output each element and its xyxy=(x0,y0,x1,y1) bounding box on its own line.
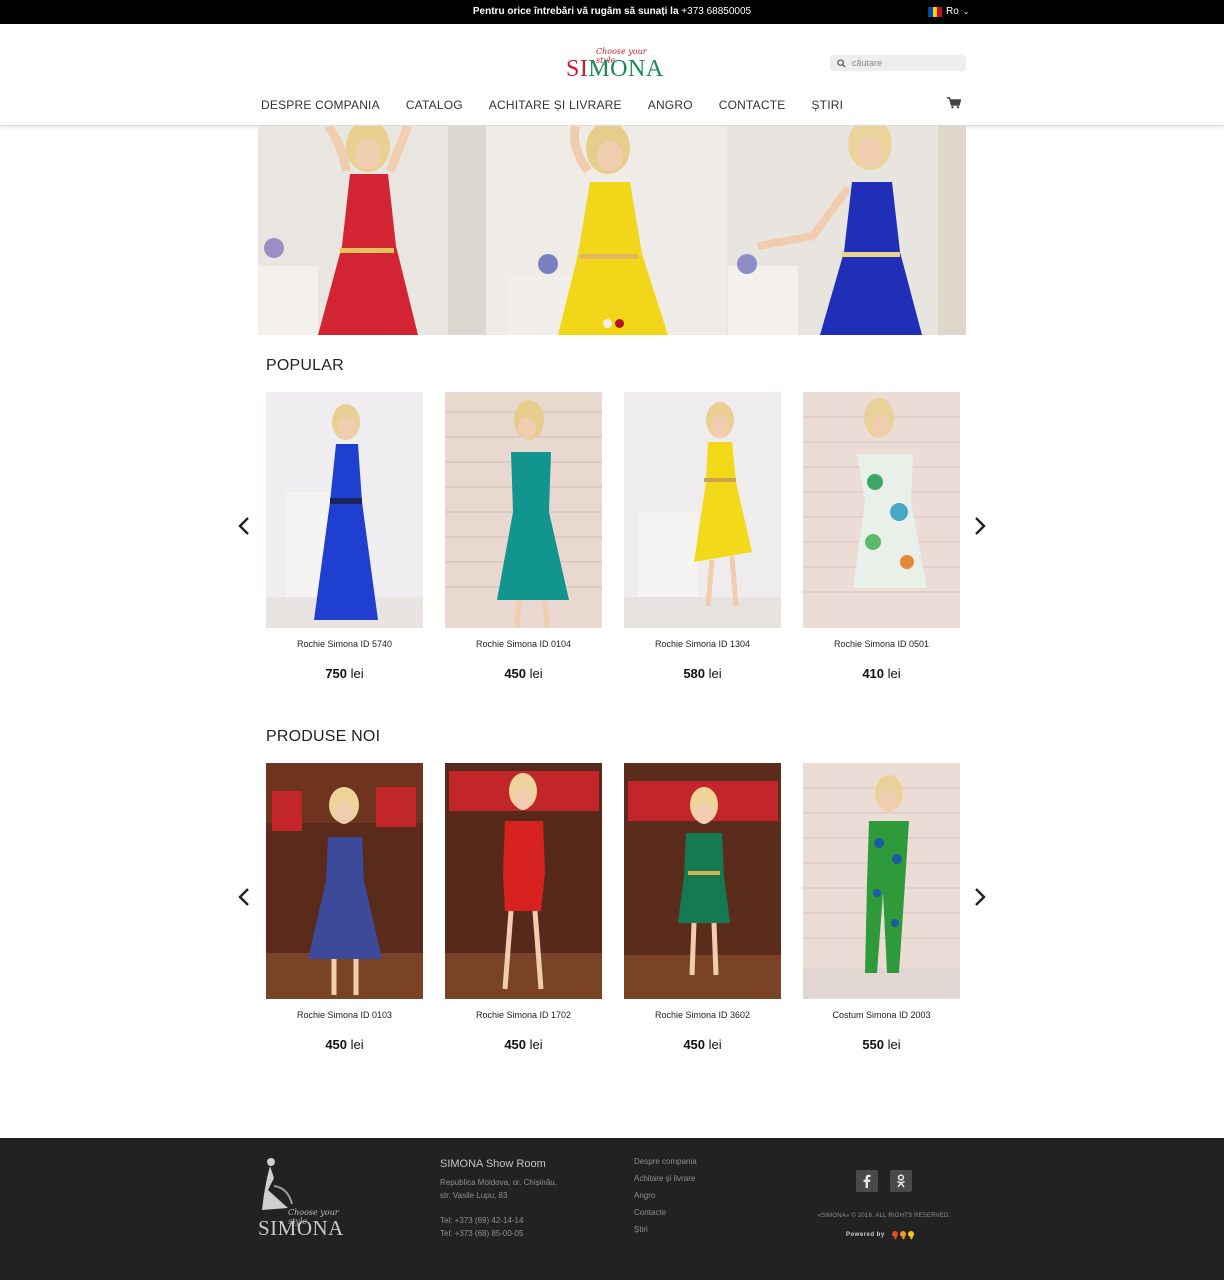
footer-logo-wordmark: SIMONA xyxy=(258,1216,344,1240)
footer-phone[interactable]: Tel: +373 (69) 42-14-14 xyxy=(440,1214,523,1227)
product-image[interactable] xyxy=(803,763,960,999)
main-nav: DESPRE COMPANIA CATALOG ACHITARE ȘI LIVR… xyxy=(261,98,843,112)
footer-address-line: Republica Moldova, or. Chișinău, xyxy=(440,1178,557,1187)
nav-contacte[interactable]: CONTACTE xyxy=(719,98,786,112)
product-card[interactable]: Rochie Simona ID 0104 450 lei xyxy=(445,392,602,681)
contact-message: Pentru orice întrebări vă rugăm să sunaț… xyxy=(0,6,1224,17)
hero-slider-pagination xyxy=(603,319,624,328)
footer-link-stiri[interactable]: Știri xyxy=(634,1225,697,1235)
chevron-left-icon[interactable] xyxy=(237,516,251,536)
shopping-cart-icon[interactable] xyxy=(947,97,961,109)
product-image[interactable] xyxy=(624,392,781,628)
product-image[interactable] xyxy=(266,392,423,628)
product-name[interactable]: Rochie Simona ID 0103 xyxy=(266,1010,423,1020)
product-image[interactable] xyxy=(803,392,960,628)
romania-flag-icon xyxy=(928,6,943,17)
site-header: Choose your style SIMONA DESPRE COMPANIA… xyxy=(0,24,1224,126)
odnoklassniki-icon xyxy=(897,1174,905,1188)
footer-link-angro[interactable]: Angro xyxy=(634,1191,697,1201)
hero-slide-image xyxy=(258,126,966,335)
product-card[interactable]: Rochie Simona ID 0103 450 lei xyxy=(266,763,423,1052)
chevron-down-icon: ⌄ xyxy=(962,7,970,16)
facebook-icon xyxy=(863,1174,871,1188)
product-name[interactable]: Rochie Simona ID 1702 xyxy=(445,1010,602,1020)
product-card[interactable]: Rochie Simona ID 5740 750 lei xyxy=(266,392,423,681)
section-title-new: PRODUSE NOI xyxy=(266,728,381,745)
nav-stiri[interactable]: ȘTIRI xyxy=(811,98,843,112)
footer-logo[interactable]: Choose your style SIMONA xyxy=(258,1156,358,1242)
product-name[interactable]: Rochie Simona ID 3602 xyxy=(624,1010,781,1020)
site-logo[interactable]: Choose your style SIMONA xyxy=(566,46,666,82)
footer-showroom-title: SIMONA Show Room xyxy=(440,1158,546,1170)
product-name[interactable]: Costum Simona ID 2003 xyxy=(803,1010,960,1020)
footer-address-line: str. Vasile Lupu, 83 xyxy=(440,1191,508,1200)
product-card[interactable]: Rochie Simona ID 1702 450 lei xyxy=(445,763,602,1052)
powered-by-label: Powered by xyxy=(846,1232,885,1238)
footer-logo-figure-icon xyxy=(262,1158,293,1210)
footer-phones: Tel: +373 (69) 42-14-14 Tel: +373 (68) 8… xyxy=(440,1214,523,1240)
odnoklassniki-link[interactable] xyxy=(890,1170,912,1192)
top-info-bar: Pentru orice întrebări vă rugăm să sunaț… xyxy=(0,0,1224,24)
contact-phone[interactable]: +373 68850005 xyxy=(681,6,751,17)
search-box xyxy=(830,55,966,71)
product-card[interactable]: Costum Simona ID 2003 550 lei xyxy=(803,763,960,1052)
product-image[interactable] xyxy=(624,763,781,999)
footer-address: Republica Moldova, or. Chișinău, str. Va… xyxy=(440,1176,590,1202)
footer-phone[interactable]: Tel: +373 (68) 85-00-05 xyxy=(440,1227,523,1240)
product-name[interactable]: Rochie Simona ID 0501 xyxy=(803,639,960,649)
product-image[interactable] xyxy=(445,763,602,999)
product-name[interactable]: Rochie Simona ID 0104 xyxy=(445,639,602,649)
footer-copyright: «SIMONA» © 2016. ALL RIGHTS RESERVED. xyxy=(817,1213,951,1219)
facebook-link[interactable] xyxy=(856,1170,878,1192)
footer-link-despre-compania[interactable]: Despre compania xyxy=(634,1157,697,1167)
product-price: 410 lei xyxy=(862,666,901,681)
language-selector[interactable]: Ro ⌄ xyxy=(928,6,970,17)
section-title-popular: POPULAR xyxy=(266,357,344,374)
product-price: 550 lei xyxy=(862,1037,901,1052)
footer-link-achitare-livrare[interactable]: Achitare și livrare xyxy=(634,1174,697,1184)
product-price: 750 lei xyxy=(325,666,364,681)
product-price: 450 lei xyxy=(325,1037,364,1052)
nav-achitare-livrare[interactable]: ACHITARE ȘI LIVRARE xyxy=(489,98,622,112)
nav-angro[interactable]: ANGRO xyxy=(648,98,693,112)
logo-wordmark: SIMONA xyxy=(566,56,664,82)
hero-slider[interactable] xyxy=(258,126,966,335)
product-price: 580 lei xyxy=(683,666,722,681)
search-input[interactable] xyxy=(852,58,962,68)
product-price: 450 lei xyxy=(504,666,543,681)
powered-by[interactable]: Powered by xyxy=(846,1230,917,1240)
footer-link-contacte[interactable]: Contacte xyxy=(634,1208,697,1218)
product-image[interactable] xyxy=(445,392,602,628)
product-name[interactable]: Rochie Simona ID 1304 xyxy=(624,639,781,649)
slider-dot-active[interactable] xyxy=(615,319,624,328)
slider-dot[interactable] xyxy=(603,319,612,328)
product-card[interactable]: Rochie Simona ID 3602 450 lei xyxy=(624,763,781,1052)
contact-message-text: Pentru orice întrebări vă rugăm să sunaț… xyxy=(472,6,679,17)
chevron-right-icon[interactable] xyxy=(973,516,987,536)
language-label: Ro xyxy=(946,6,959,17)
developer-logo-icon xyxy=(891,1231,914,1240)
nav-despre-compania[interactable]: DESPRE COMPANIA xyxy=(261,98,380,112)
product-card[interactable]: Rochie Simona ID 0501 410 lei xyxy=(803,392,960,681)
search-icon xyxy=(837,58,846,68)
site-footer: Choose your style SIMONA SIMONA Show Roo… xyxy=(0,1138,1224,1280)
product-image[interactable] xyxy=(266,763,423,999)
product-name[interactable]: Rochie Simona ID 5740 xyxy=(266,639,423,649)
nav-catalog[interactable]: CATALOG xyxy=(406,98,463,112)
footer-links: Despre compania Achitare și livrare Angr… xyxy=(634,1157,697,1235)
product-price: 450 lei xyxy=(683,1037,722,1052)
chevron-right-icon[interactable] xyxy=(973,887,987,907)
product-card[interactable]: Rochie Simona ID 1304 580 lei xyxy=(624,392,781,681)
product-price: 450 lei xyxy=(504,1037,543,1052)
chevron-left-icon[interactable] xyxy=(237,887,251,907)
